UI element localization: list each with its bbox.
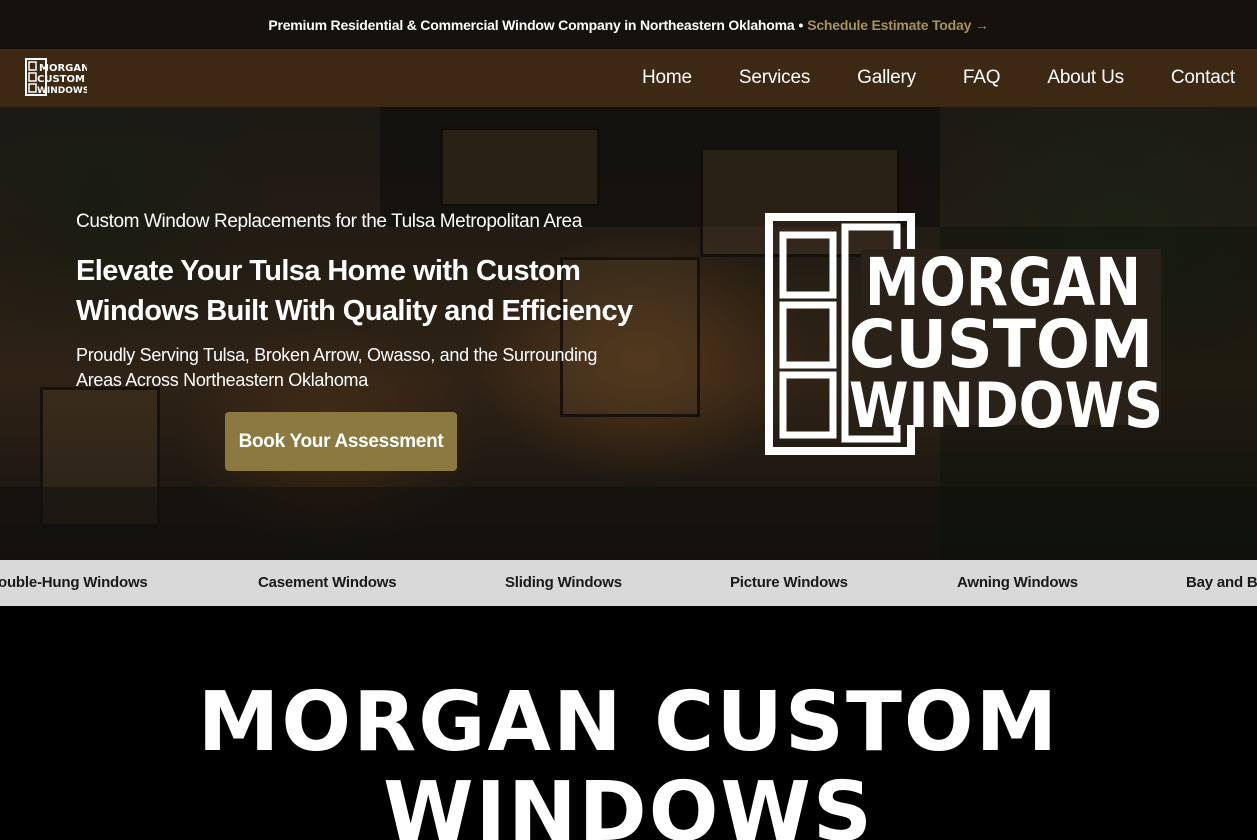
nav-contact[interactable]: Contact bbox=[1171, 67, 1235, 89]
ticker-item: Sliding Windows bbox=[505, 574, 622, 591]
ticker-item: Casement Windows bbox=[258, 574, 397, 591]
main-navbar: MORGAN CUSTOM WINDOWS Home Services Gall… bbox=[0, 49, 1257, 107]
nav-menu: Home Services Gallery FAQ About Us Conta… bbox=[642, 49, 1235, 107]
hero-brand-logo: MORGAN CUSTOM WINDOWS bbox=[765, 213, 1163, 455]
hero-tagline: Custom Window Replacements for the Tulsa… bbox=[76, 211, 582, 232]
hero-subtitle: Proudly Serving Tulsa, Broken Arrow, Owa… bbox=[76, 345, 598, 390]
nav-services[interactable]: Services bbox=[739, 67, 810, 89]
services-ticker: ouble-Hung Windows Casement Windows Slid… bbox=[0, 560, 1257, 606]
schedule-estimate-link[interactable]: Schedule Estimate Today → bbox=[807, 17, 989, 33]
nav-faq[interactable]: FAQ bbox=[963, 67, 1001, 89]
brand-band-heading: MORGAN CUSTOM WINDOWS bbox=[197, 675, 1060, 840]
nav-gallery[interactable]: Gallery bbox=[857, 67, 916, 89]
hero-title: Elevate Your Tulsa Home with Custom Wind… bbox=[76, 255, 633, 327]
svg-text:WINDOWS: WINDOWS bbox=[37, 86, 87, 96]
svg-text:MORGAN: MORGAN bbox=[39, 63, 87, 74]
announcement-text: Premium Residential & Commercial Window … bbox=[268, 16, 795, 33]
ticker-item: Awning Windows bbox=[957, 574, 1078, 591]
ticker-item: Picture Windows bbox=[730, 574, 848, 591]
hero-logo-line-3: WINDOWS bbox=[849, 369, 1163, 442]
nav-logo[interactable]: MORGAN CUSTOM WINDOWS bbox=[25, 58, 87, 98]
ticker-item: Bay and Bo bbox=[1186, 574, 1257, 591]
ticker-item: ouble-Hung Windows bbox=[0, 574, 148, 591]
nav-home[interactable]: Home bbox=[642, 67, 692, 89]
nav-about-us[interactable]: About Us bbox=[1047, 67, 1124, 89]
announcement-separator: • bbox=[798, 16, 804, 33]
svg-text:CUSTOM: CUSTOM bbox=[37, 74, 85, 85]
book-assessment-button[interactable]: Book Your Assessment bbox=[225, 412, 457, 471]
announcement-bar: Premium Residential & Commercial Window … bbox=[0, 0, 1257, 49]
hero-section: Custom Window Replacements for the Tulsa… bbox=[0, 107, 1257, 560]
brand-band: MORGAN CUSTOM WINDOWS bbox=[0, 606, 1257, 840]
